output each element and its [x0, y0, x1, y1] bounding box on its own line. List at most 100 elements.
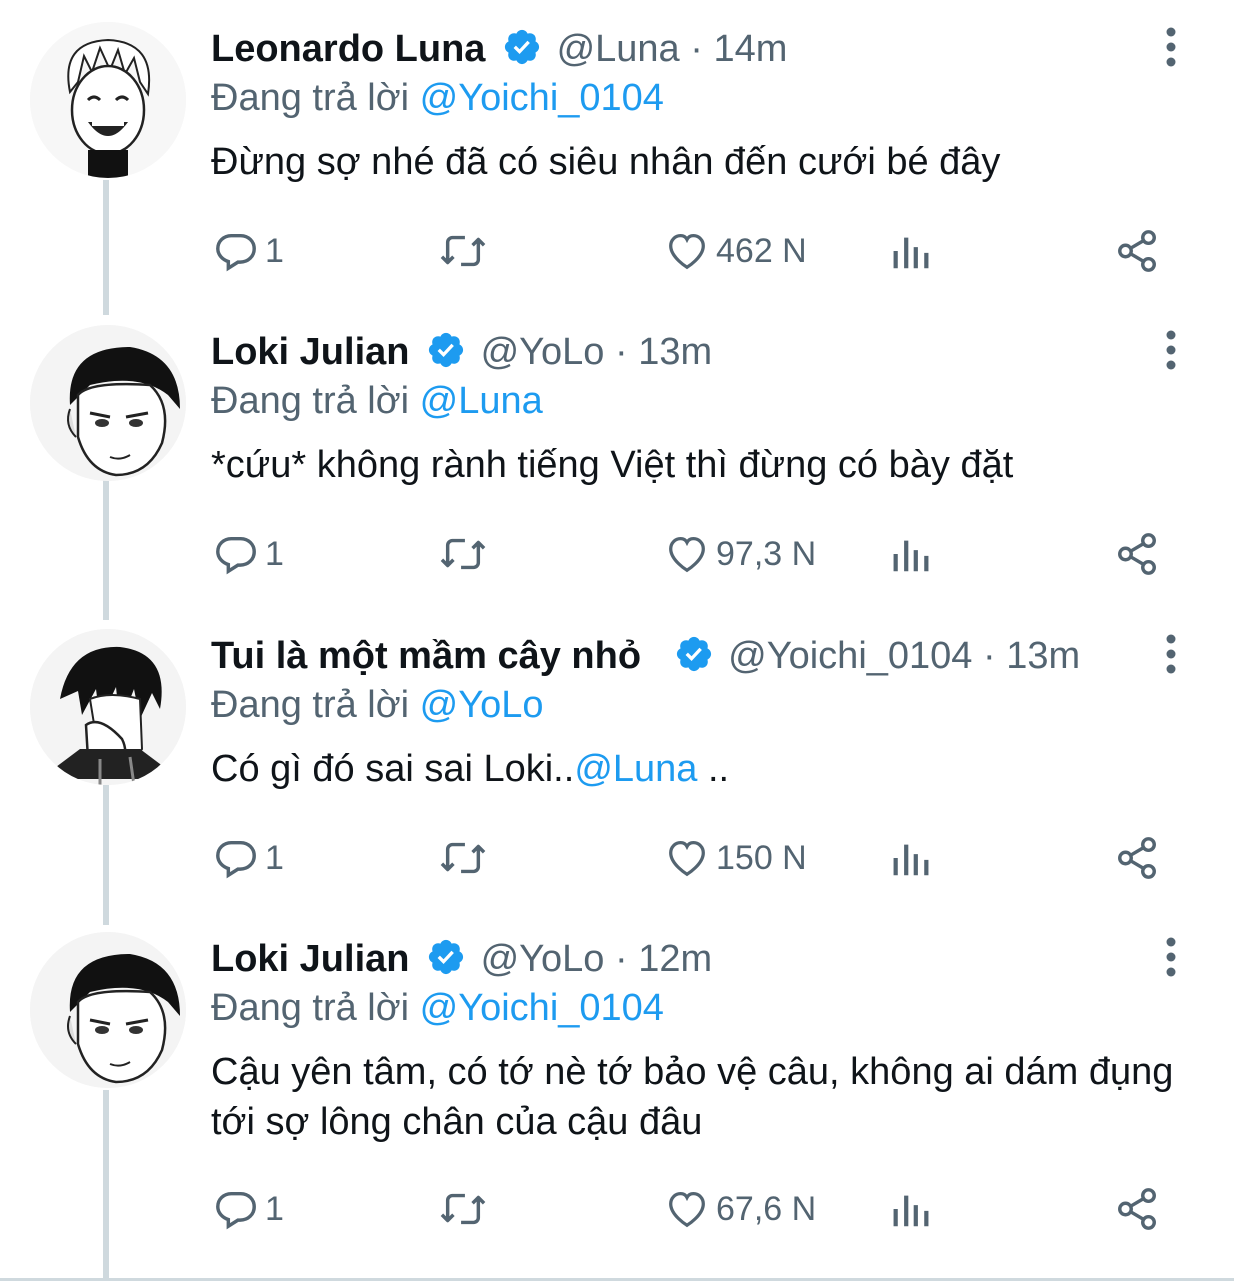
tweet-header: Loki Julian @YoLo · 12m	[211, 936, 712, 982]
replying-to-mention[interactable]: @YoLo	[420, 684, 544, 726]
views-icon	[893, 844, 929, 876]
replying-to-label: Đang trả lời	[211, 77, 410, 119]
tweet-text: *cứu* không rành tiếng Việt thì đừng có …	[211, 440, 1191, 490]
avatar[interactable]	[30, 932, 186, 1088]
reply-icon	[216, 840, 256, 879]
retweet-icon	[440, 235, 486, 267]
views-button[interactable]	[888, 228, 934, 274]
reply-count: 1	[265, 1189, 284, 1228]
reply-icon	[216, 536, 256, 575]
views-button[interactable]	[888, 531, 934, 577]
action-bar: 1 97,3 N	[0, 523, 1234, 583]
separator: ·	[690, 28, 703, 70]
tweet-text-body: Có gì đó sai sai Loki..	[211, 748, 575, 790]
views-icon	[893, 540, 929, 572]
more-vertical-icon[interactable]	[1156, 629, 1186, 679]
replying-to-label: Đang trả lời	[211, 987, 410, 1029]
tweet-text-body: *cứu* không rành tiếng Việt thì đừng có …	[211, 444, 1014, 486]
tweet[interactable]: Loki Julian @YoLo · 12m Đang trả lời @Yo…	[0, 910, 1234, 1278]
separator: ·	[615, 938, 628, 980]
reply-count: 1	[265, 534, 284, 573]
timestamp[interactable]: 14m	[713, 28, 787, 70]
replying-to: Đang trả lời @Luna	[211, 378, 543, 424]
like-icon	[669, 1192, 705, 1228]
retweet-icon	[440, 842, 486, 874]
tweet-text-tail: ..	[697, 748, 730, 790]
action-bar: 1 150 N	[0, 827, 1234, 887]
tweet-text: Có gì đó sai sai Loki..@Luna ..	[211, 744, 1191, 794]
like-count: 150 N	[716, 838, 807, 877]
replying-to-mention[interactable]: @Yoichi_0104	[420, 77, 664, 119]
tweet-text-body: Đừng sợ nhé đã có siêu nhân đến cưới bé …	[211, 141, 1001, 183]
retweet-button[interactable]	[438, 531, 488, 577]
reply-button[interactable]: 1	[213, 1186, 284, 1232]
action-bar: 1 462 N	[0, 220, 1234, 280]
like-button[interactable]: 97,3 N	[664, 531, 816, 577]
display-name[interactable]: Tui là một mầm cây nhỏ	[211, 635, 641, 677]
handle[interactable]: @Luna	[557, 28, 680, 70]
verified-badge-icon	[428, 332, 464, 368]
tweet-text: Đừng sợ nhé đã có siêu nhân đến cưới bé …	[211, 137, 1191, 187]
display-name[interactable]: Leonardo Luna	[211, 28, 485, 70]
timestamp[interactable]: 13m	[1006, 635, 1080, 677]
views-icon	[893, 237, 929, 269]
like-button[interactable]: 462 N	[664, 228, 807, 274]
avatar[interactable]	[30, 22, 186, 178]
verified-badge-icon	[504, 29, 540, 65]
avatar[interactable]	[30, 325, 186, 481]
more-vertical-icon[interactable]	[1156, 22, 1186, 72]
replying-to: Đang trả lời @Yoichi_0104	[211, 985, 664, 1031]
share-icon	[1118, 1188, 1156, 1230]
more-vertical-icon[interactable]	[1156, 325, 1186, 375]
like-count: 462 N	[716, 231, 807, 270]
tweet[interactable]: Tui là một mầm cây nhỏ @Yoichi_0104 · 13…	[0, 607, 1234, 907]
retweet-button[interactable]	[438, 1186, 488, 1232]
tweet[interactable]: Leonardo Luna @Luna · 14m Đang trả lời @…	[0, 0, 1234, 300]
replying-to-mention[interactable]: @Yoichi_0104	[420, 987, 664, 1029]
like-button[interactable]: 67,6 N	[664, 1186, 816, 1232]
views-button[interactable]	[888, 835, 934, 881]
like-icon	[669, 234, 705, 270]
reply-button[interactable]: 1	[213, 835, 284, 881]
tweet[interactable]: Loki Julian @YoLo · 13m Đang trả lời @Lu…	[0, 303, 1234, 603]
share-icon	[1118, 230, 1156, 272]
replying-to: Đang trả lời @Yoichi_0104	[211, 75, 664, 121]
reply-icon	[216, 1191, 256, 1230]
handle[interactable]: @YoLo	[481, 938, 605, 980]
tweet-text-body: Cậu yên tâm, có tớ nè tớ bảo vệ câu, khô…	[211, 1051, 1174, 1143]
timestamp[interactable]: 12m	[638, 938, 712, 980]
share-button[interactable]	[1113, 835, 1161, 881]
reply-count: 1	[265, 231, 284, 270]
more-vertical-icon[interactable]	[1156, 932, 1186, 982]
like-count: 67,6 N	[716, 1189, 817, 1228]
retweet-button[interactable]	[438, 228, 488, 274]
share-button[interactable]	[1113, 531, 1161, 577]
reply-button[interactable]: 1	[213, 228, 284, 274]
display-name[interactable]: Loki Julian	[211, 331, 409, 373]
handle[interactable]: @YoLo	[481, 331, 605, 373]
verified-badge-icon	[428, 939, 464, 975]
like-button[interactable]: 150 N	[664, 835, 807, 881]
action-bar: 1 67,6 N	[0, 1178, 1234, 1238]
share-icon	[1118, 837, 1156, 879]
display-name[interactable]: Loki Julian	[211, 938, 409, 980]
timestamp[interactable]: 13m	[638, 331, 712, 373]
tweet-header: Loki Julian @YoLo · 13m	[211, 329, 712, 375]
views-icon	[893, 1195, 929, 1227]
like-icon	[669, 537, 705, 573]
verified-badge-icon	[676, 636, 711, 672]
reply-button[interactable]: 1	[213, 531, 284, 577]
retweet-button[interactable]	[438, 835, 488, 881]
share-button[interactable]	[1113, 1186, 1161, 1232]
replying-to-mention[interactable]: @Luna	[420, 380, 543, 422]
handle[interactable]: @Yoichi_0104	[728, 635, 972, 677]
views-button[interactable]	[888, 1186, 934, 1232]
replying-to-label: Đang trả lời	[211, 380, 410, 422]
like-icon	[669, 841, 705, 877]
tweet-text-mention[interactable]: @Luna	[574, 748, 697, 790]
replying-to-label: Đang trả lời	[211, 684, 410, 726]
share-button[interactable]	[1113, 228, 1161, 274]
reply-count: 1	[265, 838, 284, 877]
separator: ·	[615, 331, 628, 373]
avatar[interactable]	[30, 629, 186, 785]
